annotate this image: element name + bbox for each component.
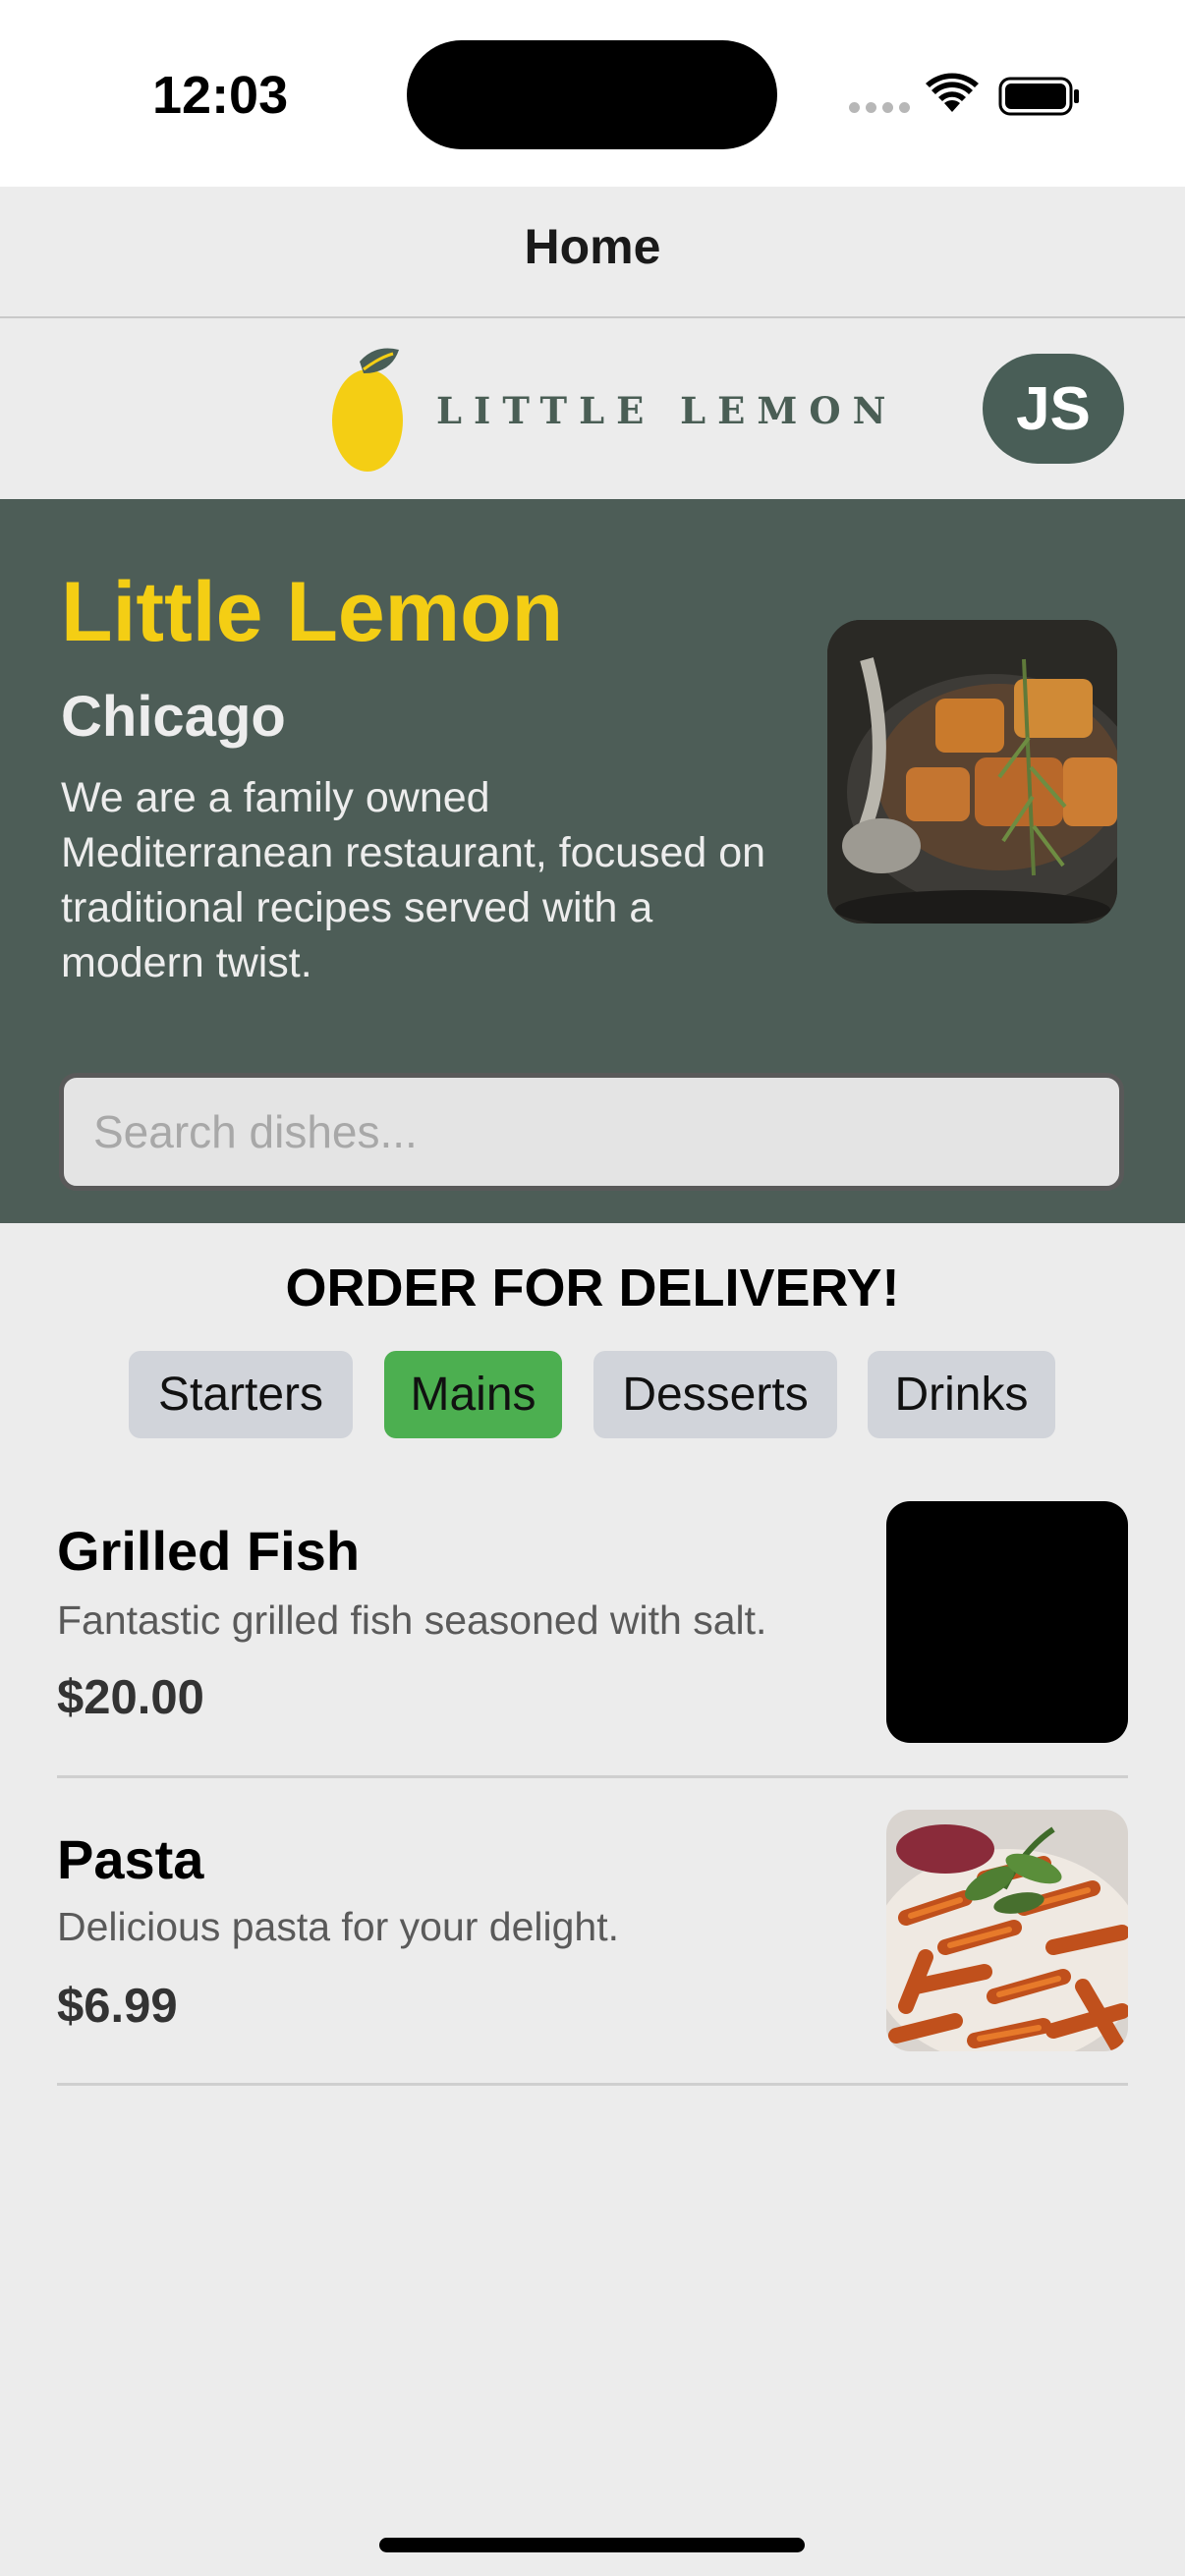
- category-mains-button[interactable]: Mains: [384, 1351, 562, 1438]
- hero-description: We are a family owned Mediterranean rest…: [61, 774, 766, 986]
- profile-avatar[interactable]: JS: [983, 354, 1124, 464]
- menu-item-image: [886, 1501, 1128, 1743]
- menu-item-price: $20.00: [57, 1671, 204, 1724]
- battery-icon: [998, 77, 1079, 116]
- home-indicator[interactable]: [379, 2538, 805, 2552]
- search-input[interactable]: [59, 1073, 1124, 1191]
- menu-item-description: Fantastic grilled fish seasoned with sal…: [57, 1597, 767, 1643]
- menu-item-description: Delicious pasta for your delight.: [57, 1904, 620, 1949]
- hero-food-image: [827, 620, 1117, 924]
- item-divider: [57, 2083, 1128, 2086]
- category-desserts-button[interactable]: Desserts: [593, 1351, 837, 1438]
- dynamic-island: [407, 40, 777, 149]
- item-divider: [57, 1775, 1128, 1778]
- menu-item-name: Grilled Fish: [57, 1520, 361, 1582]
- nav-title: Home: [524, 219, 661, 274]
- hero-city: Chicago: [61, 685, 286, 749]
- order-heading: ORDER FOR DELIVERY!: [285, 1259, 900, 1317]
- menu-item-name: Pasta: [57, 1828, 204, 1890]
- menu-item-image: [886, 1810, 1128, 2051]
- cellular-signal-icon: [849, 102, 910, 113]
- status-bar: 12:03: [0, 0, 1185, 187]
- menu-item-price: $6.99: [57, 1980, 178, 2033]
- wifi-icon: [926, 73, 979, 112]
- status-time: 12:03: [152, 66, 289, 125]
- hero-title: Little Lemon: [61, 565, 564, 659]
- category-starters-button[interactable]: Starters: [129, 1351, 353, 1438]
- logo-text: LITTLE LEMON: [436, 389, 898, 432]
- lemon-logo-icon: [332, 348, 403, 472]
- category-drinks-button[interactable]: Drinks: [868, 1351, 1055, 1438]
